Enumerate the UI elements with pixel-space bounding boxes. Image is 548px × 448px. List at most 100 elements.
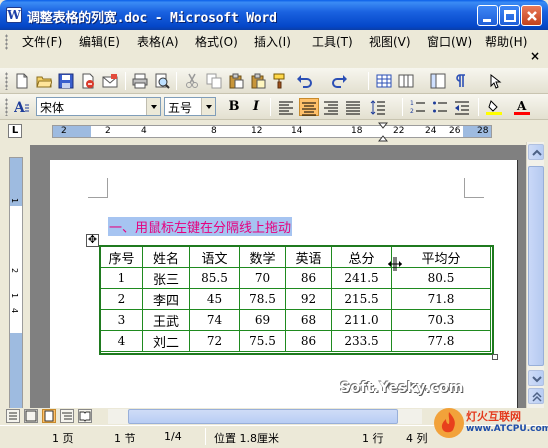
chevron-down-icon[interactable] [201,98,215,115]
table-cell[interactable]: 72 [189,330,240,352]
horizontal-scrollbar[interactable] [108,409,422,424]
table-cell[interactable]: 2 [100,288,143,310]
paste-special-icon[interactable] [250,73,266,89]
table-cell[interactable]: 86 [285,330,332,352]
table-header-cell[interactable]: 姓名 [142,246,190,268]
table-cell[interactable]: 70.3 [391,309,491,331]
table-cell[interactable]: 4 [100,330,143,352]
menu-tools[interactable]: 工具(T) [312,33,353,50]
title-bar[interactable]: W 调整表格的列宽.doc - Microsoft Word [0,0,548,30]
align-right-icon[interactable] [323,99,339,115]
redo-icon[interactable] [332,73,348,89]
table-header-cell[interactable]: 语文 [189,246,240,268]
font-family-dropdown[interactable]: 宋体 [36,97,161,116]
normal-view-button[interactable] [6,409,20,423]
table-header-cell[interactable]: 英语 [285,246,332,268]
bold-button[interactable]: B [224,98,244,116]
menu-edit[interactable]: 编辑(E) [79,33,120,50]
save-icon[interactable] [58,73,74,89]
print-preview-icon[interactable] [154,73,170,89]
numbering-icon[interactable]: 12 [410,99,426,115]
outline-view-button[interactable] [60,409,74,423]
word-app-icon[interactable]: W [6,7,22,23]
insert-table-icon[interactable] [376,73,392,89]
menu-format[interactable]: 格式(O) [195,33,238,50]
font-color-icon[interactable]: A [514,99,530,115]
table-cell[interactable]: 68 [285,309,332,331]
toolbar-grip[interactable] [5,72,8,90]
table-cell[interactable]: 1 [100,267,143,289]
justify-icon[interactable] [345,99,361,115]
indent-marker-icon[interactable] [378,122,388,142]
table-cell[interactable]: 70 [239,267,286,289]
format-painter-icon[interactable] [272,73,288,89]
table-cell[interactable]: 211.0 [331,309,392,331]
italic-button[interactable]: I [246,98,266,116]
help-pointer-icon[interactable] [487,73,503,89]
scroll-down-button[interactable] [528,370,544,386]
align-center-button[interactable] [299,98,319,116]
open-icon[interactable] [36,73,52,89]
table-cell[interactable]: 74 [189,309,240,331]
table-header-cell[interactable]: 序号 [100,246,143,268]
table-cell[interactable]: 78.5 [239,288,286,310]
document-workspace[interactable]: 一、用鼠标左键在分隔线上拖动 ✥ 序号 姓名 语文 数学 英语 总分 平均分 1… [30,145,526,408]
vertical-scroll-thumb[interactable] [528,166,544,366]
font-size-dropdown[interactable]: 五号 [164,97,216,116]
cut-icon[interactable] [184,73,200,89]
bullets-icon[interactable] [432,99,448,115]
table-cell[interactable]: 77.8 [391,330,491,352]
menu-table[interactable]: 表格(A) [137,33,179,50]
table-cell[interactable]: 李四 [142,288,190,310]
table-cell[interactable]: 71.8 [391,288,491,310]
email-icon[interactable] [102,73,118,89]
show-hide-icon[interactable] [452,73,468,89]
styles-pane-icon[interactable]: A [14,99,30,115]
table-cell[interactable]: 85.5 [189,267,240,289]
paste-icon[interactable] [228,73,244,89]
decrease-indent-icon[interactable] [454,99,470,115]
table-cell[interactable]: 王武 [142,309,190,331]
menu-insert[interactable]: 插入(I) [254,33,291,50]
menu-file[interactable]: 文件(F) [22,33,62,50]
table-cell[interactable]: 86 [285,267,332,289]
table-cell[interactable]: 张三 [142,267,190,289]
print-layout-button[interactable] [42,409,56,423]
menu-grip[interactable] [5,34,8,50]
table-header-cell[interactable]: 总分 [331,246,392,268]
line-spacing-icon[interactable] [370,99,386,115]
document-heading[interactable]: 一、用鼠标左键在分隔线上拖动 [108,217,293,236]
minimize-button[interactable] [477,5,498,26]
toolbar-grip[interactable] [5,98,8,116]
close-window-button[interactable] [521,5,542,26]
insert-columns-icon[interactable] [398,73,414,89]
table-cell[interactable]: 3 [100,309,143,331]
table-header-cell[interactable]: 平均分 [391,246,491,268]
horizontal-scroll-thumb[interactable] [128,409,398,424]
table-cell[interactable]: 刘二 [142,330,190,352]
vertical-scrollbar[interactable] [526,142,544,408]
maximize-button[interactable] [499,5,520,26]
web-view-button[interactable] [24,409,38,423]
undo-icon[interactable] [296,73,312,89]
horizontal-ruler[interactable]: L 2 2 4 8 12 14 18 22 24 26 28 [0,120,548,142]
ruler-strip[interactable]: 2 2 4 8 12 14 18 22 24 26 28 [52,125,492,138]
menu-help[interactable]: 帮助(H) [485,33,527,50]
table-cell[interactable]: 75.5 [239,330,286,352]
table-resize-handle[interactable] [492,354,498,360]
table-cell[interactable]: 233.5 [331,330,392,352]
new-document-icon[interactable] [14,73,30,89]
menu-view[interactable]: 视图(V) [369,33,411,50]
table-cell[interactable]: 69 [239,309,286,331]
chevron-down-icon[interactable] [146,98,160,115]
scroll-up-button[interactable] [528,144,544,160]
copy-icon[interactable] [206,73,222,89]
score-table[interactable]: 序号 姓名 语文 数学 英语 总分 平均分 1 张三 85.5 70 86 241.5 80… [100,246,491,352]
document-map-icon[interactable] [430,73,446,89]
document-page[interactable]: 一、用鼠标左键在分隔线上拖动 ✥ 序号 姓名 语文 数学 英语 总分 平均分 1… [50,160,518,408]
reading-view-button[interactable] [78,409,92,423]
permission-icon[interactable] [80,73,96,89]
menu-window[interactable]: 窗口(W) [427,33,472,50]
table-cell[interactable]: 80.5 [391,267,491,289]
tab-selector[interactable]: L [8,124,22,138]
